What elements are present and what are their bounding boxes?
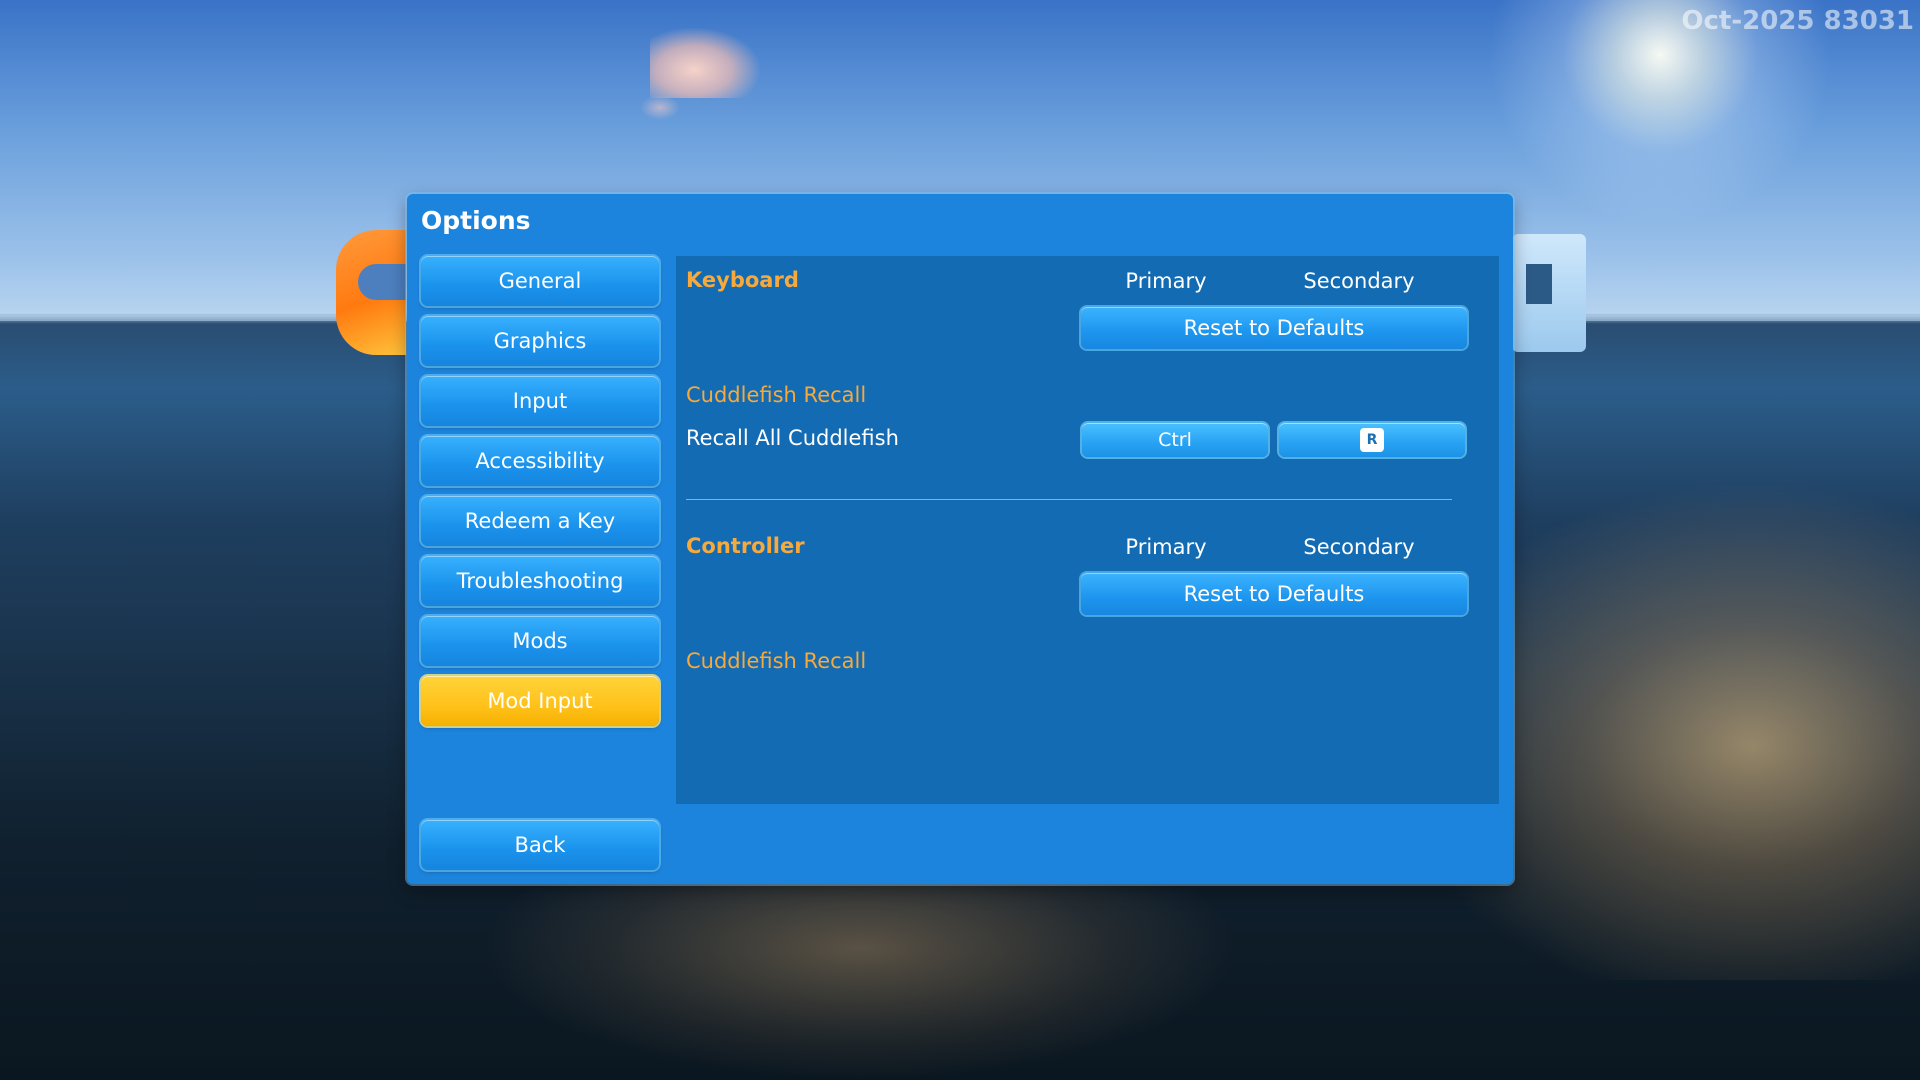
cloud-small: [640, 95, 680, 120]
recall-all-cuddlefish-label: Recall All Cuddlefish: [686, 426, 899, 450]
nav-graphics-button[interactable]: Graphics: [421, 316, 659, 366]
nav-accessibility-button[interactable]: Accessibility: [421, 436, 659, 486]
controller-group-cuddlefish-recall: Cuddlefish Recall: [686, 649, 867, 673]
keyboard-section-title: Keyboard: [686, 268, 799, 292]
game-logo-right-letter: [1512, 234, 1586, 352]
mod-input-panel: Keyboard Primary Secondary Reset to Defa…: [676, 256, 1499, 804]
keyboard-group-cuddlefish-recall: Cuddlefish Recall: [686, 383, 867, 407]
options-nav: General Graphics Input Accessibility Red…: [421, 256, 659, 736]
nav-mod-input-button[interactable]: Mod Input: [421, 676, 659, 726]
nav-general-button[interactable]: General: [421, 256, 659, 306]
recall-primary-binding-button[interactable]: Ctrl: [1082, 423, 1268, 457]
water-glint-lower: [480, 860, 1240, 1080]
back-button[interactable]: Back: [421, 820, 659, 870]
keyboard-primary-header: Primary: [1125, 269, 1207, 293]
nav-mods-button[interactable]: Mods: [421, 616, 659, 666]
window-title: Options: [421, 206, 531, 235]
controller-section-title: Controller: [686, 534, 805, 558]
controller-secondary-header: Secondary: [1303, 535, 1415, 559]
recall-secondary-binding-button[interactable]: R: [1279, 423, 1465, 457]
r-key-icon: R: [1360, 428, 1384, 452]
game-logo-left-letter: [336, 230, 406, 355]
options-window: Options General Graphics Input Accessibi…: [407, 194, 1513, 884]
nav-input-button[interactable]: Input: [421, 376, 659, 426]
nav-troubleshooting-button[interactable]: Troubleshooting: [421, 556, 659, 606]
build-watermark: Oct-2025 83031: [1681, 6, 1914, 36]
section-divider: [686, 499, 1452, 500]
controller-primary-header: Primary: [1125, 535, 1207, 559]
keyboard-secondary-header: Secondary: [1303, 269, 1415, 293]
keyboard-reset-defaults-button[interactable]: Reset to Defaults: [1081, 307, 1467, 349]
cloud: [650, 28, 760, 98]
controller-reset-defaults-button[interactable]: Reset to Defaults: [1081, 573, 1467, 615]
nav-redeem-key-button[interactable]: Redeem a Key: [421, 496, 659, 546]
